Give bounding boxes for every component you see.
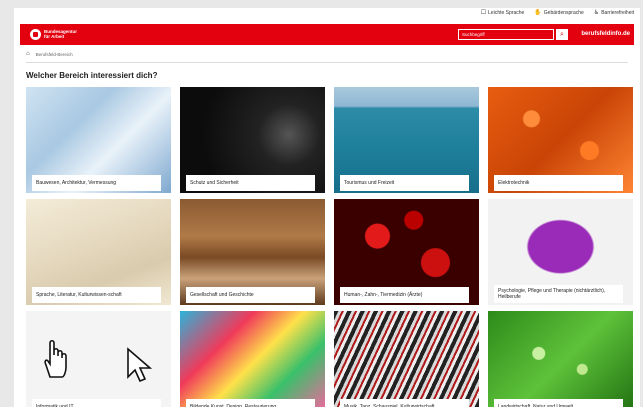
tile-label: Informatik und IT [32, 399, 161, 407]
search-button[interactable]: ⌕ [556, 29, 568, 40]
accessibility-icon: ♿ [593, 10, 600, 16]
breadcrumb: ⌂ Berufsfeld-Bereich [26, 51, 73, 57]
brand-url[interactable]: berufsfeldinfo.de [581, 31, 630, 37]
utility-link-easy-language[interactable]: ☐ Leichte Sprache [481, 10, 525, 16]
logo-mark-icon [30, 29, 41, 40]
category-tile[interactable]: Tourismus und Freizeit [334, 87, 479, 193]
divider [26, 62, 628, 63]
tile-image [334, 311, 479, 407]
logo[interactable]: Bundesagentur für Arbeit [30, 29, 77, 40]
utility-link-accessibility[interactable]: ♿ Barrierefreiheit [594, 10, 634, 16]
tile-image [488, 311, 633, 407]
category-tile[interactable]: Sprache, Literatur, Kulturwissen-schaft [26, 199, 171, 305]
page-title: Welcher Bereich interessiert dich? [26, 71, 158, 80]
tile-label: Sprache, Literatur, Kulturwissen-schaft [32, 287, 161, 303]
category-tile[interactable]: Bauwesen, Architektur, Vermessung [26, 87, 171, 193]
tile-label: Psychologie, Pflege und Therapie (nichtä… [494, 284, 623, 303]
search-icon: ⌕ [560, 31, 564, 38]
tile-label: Elektrotechnik [494, 175, 623, 191]
tile-label: Bildende Kunst, Design, Restaurierung [186, 399, 315, 407]
utility-link-sign-language[interactable]: ✋ Gebärdensprache [534, 10, 584, 16]
category-tile[interactable]: Informatik und IT [26, 311, 171, 407]
tile-label: Landwirtschaft, Natur und Umwelt [494, 399, 623, 407]
home-icon[interactable]: ⌂ [26, 51, 30, 57]
utility-label: Barrierefreiheit [601, 10, 634, 16]
tile-label: Musik, Tanz, Schauspiel, Kulturwirtschaf… [340, 399, 469, 407]
page-frame: ☐ Leichte Sprache ✋ Gebärdensprache ♿ Ba… [14, 8, 640, 407]
search-input[interactable]: Suchbegriff [458, 29, 554, 40]
logo-line-2: für Arbeit [44, 33, 65, 39]
utility-label: Gebärdensprache [543, 10, 584, 16]
tile-label: Tourismus und Freizeit [340, 175, 469, 191]
site-header: Bundesagentur für Arbeit Suchbegriff ⌕ b… [20, 24, 634, 45]
category-tile[interactable]: Bildende Kunst, Design, Restaurierung [180, 311, 325, 407]
tile-label: Gesellschaft und Geschichte [186, 287, 315, 303]
tile-label: Schutz und Sicherheit [186, 175, 315, 191]
cursor-arrow-icon [127, 347, 152, 383]
category-tile[interactable]: Musik, Tanz, Schauspiel, Kulturwirtschaf… [334, 311, 479, 407]
breadcrumb-current: Berufsfeld-Bereich [35, 51, 73, 57]
category-tile[interactable]: Gesellschaft und Geschichte [180, 199, 325, 305]
tile-label: Bauwesen, Architektur, Vermessung [32, 175, 161, 191]
pointer-hand-icon [44, 339, 67, 378]
tile-image [26, 311, 171, 407]
category-tile[interactable]: Human-, Zahn-, Tiermedizin (Ärzte) [334, 199, 479, 305]
category-tile[interactable]: Elektrotechnik [488, 87, 633, 193]
utility-label: Leichte Sprache [488, 10, 525, 16]
logo-text: Bundesagentur für Arbeit [44, 29, 77, 40]
utility-nav: ☐ Leichte Sprache ✋ Gebärdensprache ♿ Ba… [481, 10, 634, 16]
category-tile[interactable]: Schutz und Sicherheit [180, 87, 325, 193]
search-placeholder: Suchbegriff [462, 32, 485, 37]
category-tile[interactable]: Landwirtschaft, Natur und Umwelt [488, 311, 633, 407]
hand-sign-icon: ✋ [534, 10, 542, 16]
category-tile[interactable]: Psychologie, Pflege und Therapie (nichtä… [488, 199, 633, 305]
tile-label: Human-, Zahn-, Tiermedizin (Ärzte) [340, 287, 469, 303]
speech-icon: ☐ [480, 10, 487, 16]
tile-image [180, 311, 325, 407]
